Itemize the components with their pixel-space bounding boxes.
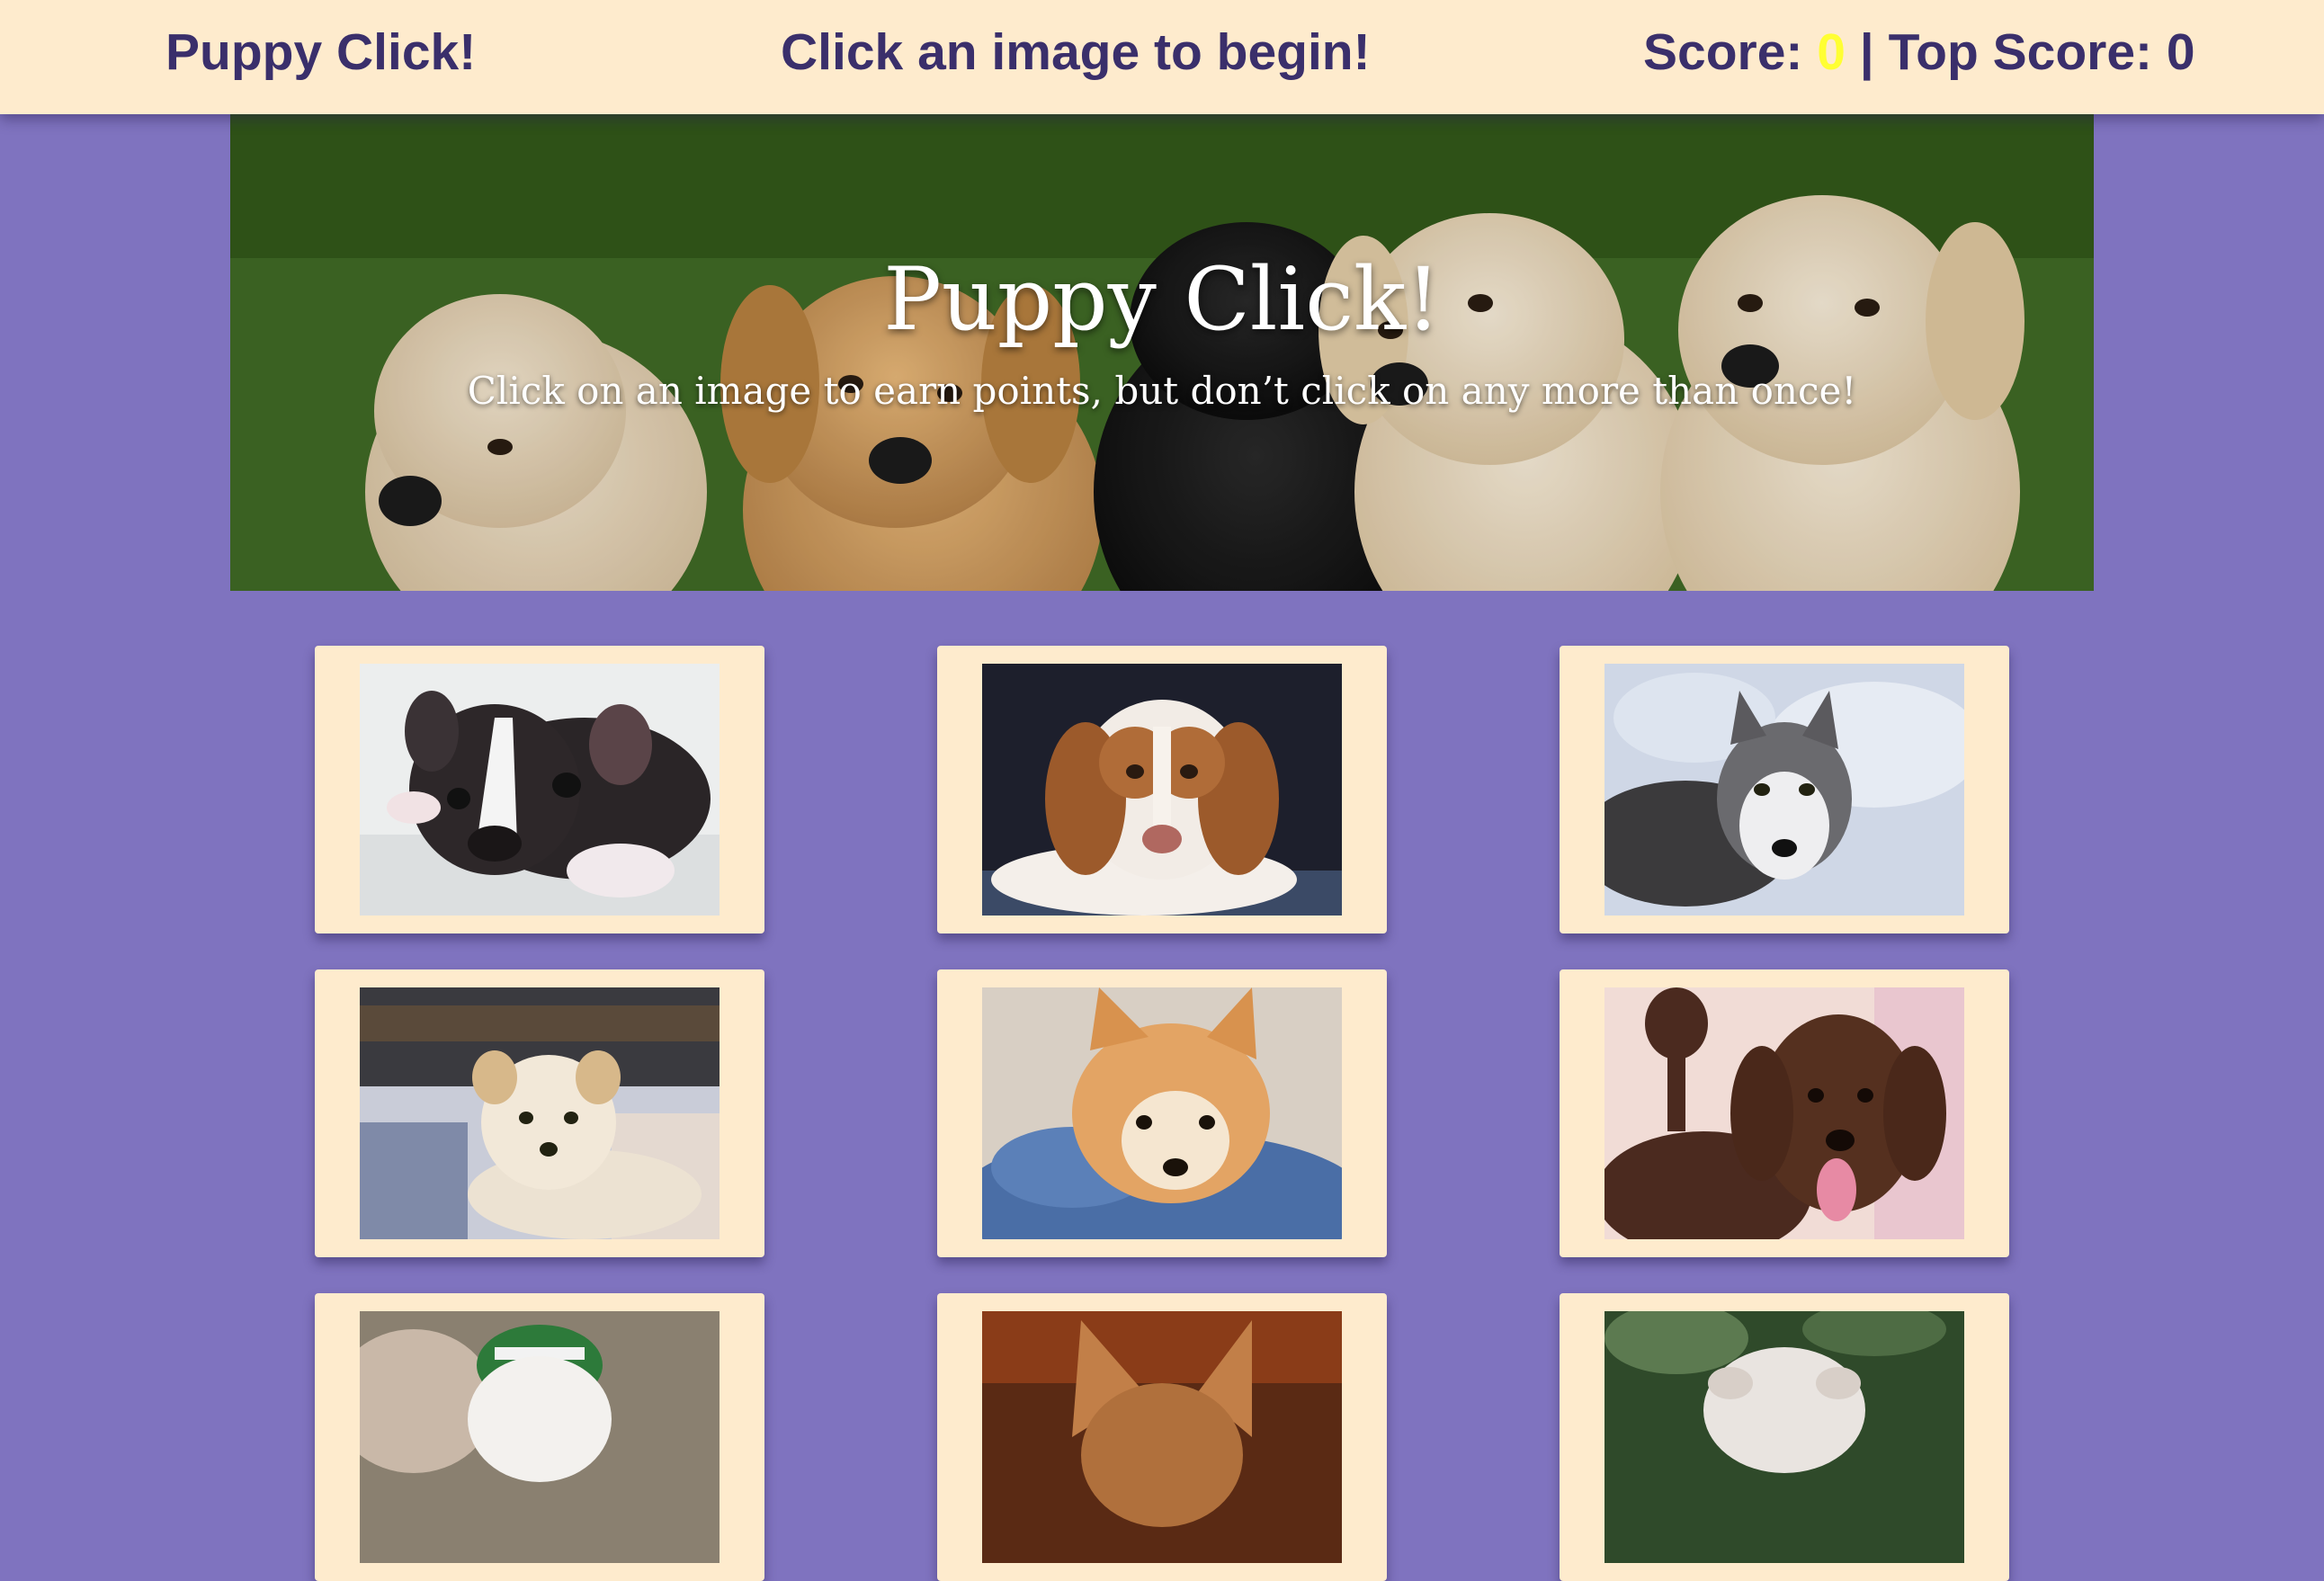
yorkie-on-bed-image[interactable] bbox=[360, 987, 720, 1239]
brand-title[interactable]: Puppy Click! bbox=[165, 0, 476, 105]
navbar: Puppy Click! Click an image to begin! Sc… bbox=[0, 0, 2324, 114]
hero-title: Puppy Click! bbox=[883, 249, 1441, 350]
boston-terrier-puppy-image[interactable] bbox=[360, 664, 720, 916]
top-score-value: 0 bbox=[2166, 23, 2195, 81]
puppy-card[interactable] bbox=[315, 646, 764, 933]
dog-with-green-hat-image[interactable] bbox=[360, 1311, 720, 1563]
puppy-card[interactable] bbox=[937, 1293, 1387, 1581]
score-display: Score: 0 | Top Score: 0 bbox=[1643, 0, 2195, 105]
puppy-card[interactable] bbox=[937, 646, 1387, 933]
puppies-banner-image bbox=[230, 114, 2094, 591]
status-message: Click an image to begin! bbox=[781, 23, 1371, 81]
pomeranian-on-pillow-image[interactable] bbox=[982, 987, 1342, 1239]
bulldog-image[interactable] bbox=[1604, 1311, 1964, 1563]
puppy-card[interactable] bbox=[315, 1293, 764, 1581]
hero-subtitle: Click on an image to earn points, but do… bbox=[467, 369, 1857, 413]
puppy-card[interactable] bbox=[937, 969, 1387, 1257]
husky-in-snow-image[interactable] bbox=[1604, 664, 1964, 916]
puppy-card[interactable] bbox=[1560, 646, 2009, 933]
hero-banner: Puppy Click! Click on an image to earn p… bbox=[230, 114, 2094, 591]
puppy-card[interactable] bbox=[315, 969, 764, 1257]
chihuahua-image[interactable] bbox=[982, 1311, 1342, 1563]
score-value: 0 bbox=[1817, 23, 1846, 81]
score-separator: | bbox=[1845, 23, 1889, 81]
puppy-card[interactable] bbox=[1560, 969, 2009, 1257]
beagle-puppy-image[interactable] bbox=[982, 664, 1342, 916]
puppy-card[interactable] bbox=[1560, 1293, 2009, 1581]
brown-poodle-image[interactable] bbox=[1604, 987, 1964, 1239]
score-label: Score: bbox=[1643, 23, 1818, 81]
top-score-label: Top Score: bbox=[1888, 23, 2167, 81]
